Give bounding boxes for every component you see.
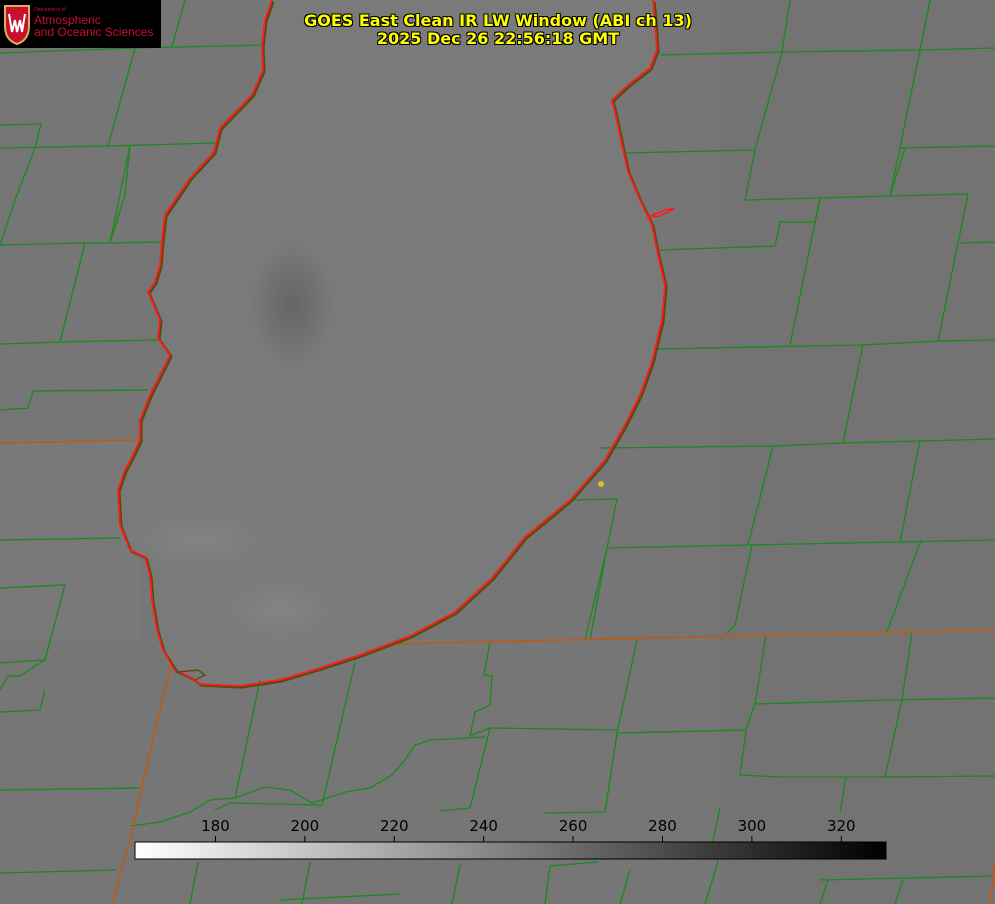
uw-crest-icon (4, 5, 30, 46)
station-marker (598, 481, 604, 487)
warm-patch-1 (130, 510, 270, 570)
land-shade-east (720, 0, 995, 904)
title-timestamp: 2025 Dec 26 22:56:18 GMT (376, 29, 620, 48)
cold-cloud-patch (250, 243, 334, 367)
image-title: GOES East Clean IR LW Window (ABI ch 13)… (300, 12, 696, 48)
colorbar-tick-label: 300 (738, 817, 767, 835)
colorbar-tick-label: 180 (201, 817, 230, 835)
colorbar-gradient (134, 841, 887, 860)
colorbar-tick-label: 200 (291, 817, 320, 835)
logo-line-2: and Oceanic Sciences (34, 25, 154, 39)
colorbar-tick-label: 240 (469, 817, 498, 835)
colorbar-tick-label: 220 (380, 817, 409, 835)
map-canvas: 180 200 220 240 260 280 300 320 (0, 0, 995, 904)
title-product: GOES East Clean IR LW Window (ABI ch 13) (304, 11, 692, 30)
logo-text: Department of Atmospheric and Oceanic Sc… (34, 8, 154, 39)
colorbar-tick-label: 320 (827, 817, 856, 835)
colorbar-tick-label: 260 (559, 817, 588, 835)
colorbar-tick-label: 280 (648, 817, 677, 835)
logo-aos: Department of Atmospheric and Oceanic Sc… (0, 0, 161, 48)
warm-patch-2 (220, 575, 340, 645)
satellite-image: 180 200 220 240 260 280 300 320 Department of A… (0, 0, 995, 904)
